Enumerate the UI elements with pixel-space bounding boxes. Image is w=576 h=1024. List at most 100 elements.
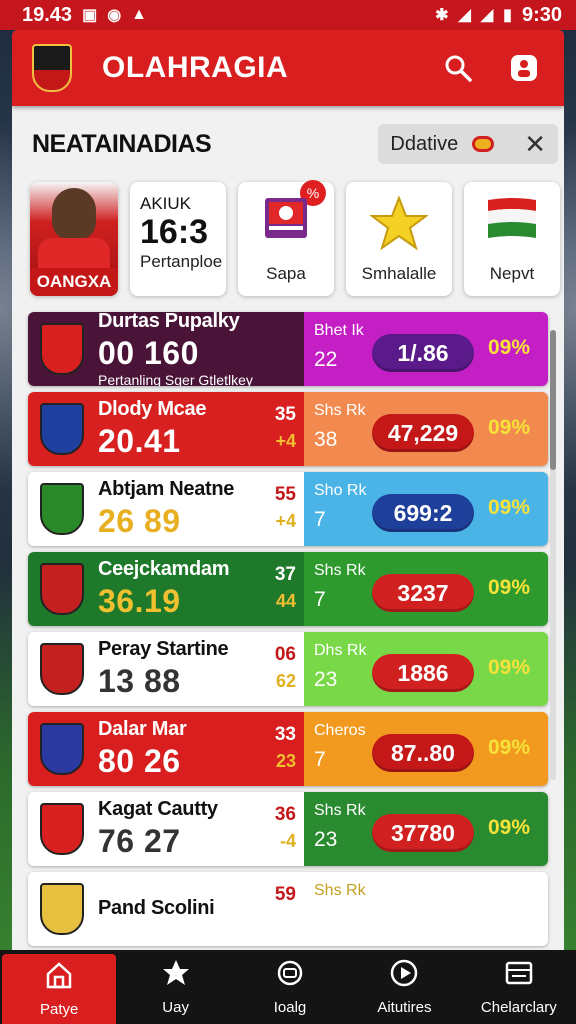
nav-item[interactable]: Ioalg <box>233 950 347 1024</box>
battery-icon: ▮ <box>503 7 512 24</box>
team-crest-icon <box>40 483 84 535</box>
team-score: 20.41 <box>98 423 304 460</box>
stat-number: 38 <box>314 428 338 451</box>
bottom-navigation: Patye Uay Ioalg Aitutires Chelarclary <box>0 950 576 1024</box>
stat-tag: Cheros <box>314 722 366 739</box>
team-rank: 35 <box>274 404 296 425</box>
stat-number: 23 <box>314 668 338 691</box>
team-name: Durtas Pupalky <box>98 312 240 332</box>
standings-row[interactable]: Dalar Mar 80 26 33 23 Cheros 7 87..80 09… <box>28 712 548 786</box>
stat-pill[interactable]: 3237 <box>372 574 474 612</box>
card-smhalalle[interactable]: Smhalalle <box>346 182 452 296</box>
score-card-label: Pertanploe <box>140 251 223 271</box>
standings-row[interactable]: Pand Scolini 59 Shs Rk <box>28 872 548 946</box>
standings-row[interactable]: Peray Startine 13 88 06 62 Dhs Rk 23 188… <box>28 632 548 706</box>
filter-chip[interactable]: Ddative ✕ <box>378 124 558 164</box>
team-change: +4 <box>275 511 296 531</box>
player-name: OANGXA <box>30 268 118 296</box>
nav-label: Aitutires <box>377 999 432 1016</box>
status-bar: 19.43 ▣ ◉ ▲ ✱ ◢ ◢ ▮ 9:30 <box>0 0 576 30</box>
team-name: Pand Scolini <box>98 896 215 919</box>
profile-button[interactable] <box>502 46 546 90</box>
score-value: 36.19 <box>98 583 181 619</box>
stat-pill[interactable]: 699:2 <box>372 494 474 532</box>
stat-percent: 09% <box>487 416 530 439</box>
status-time-right: 9:30 <box>521 3 562 26</box>
nav-item[interactable]: Patye <box>2 954 117 1024</box>
team-name: Peray Startine <box>98 638 229 660</box>
status-time: 19.43 <box>22 3 73 26</box>
card-smhalalle-label: Smhalalle <box>361 264 437 283</box>
team-score: 13 88 <box>98 663 304 700</box>
team-score: 80 26 <box>98 743 304 780</box>
team-rank: 36 <box>274 804 296 825</box>
stat-pill[interactable]: 87..80 <box>372 734 474 772</box>
stat-tag: Shs Rk <box>314 402 366 419</box>
signal-icon: ◢ <box>458 7 471 24</box>
standings-row[interactable]: Kagat Cautty 76 27 36 -4 Shs Rk 23 37780… <box>28 792 548 866</box>
card-sapa[interactable]: % Sapa <box>238 180 334 296</box>
search-icon <box>445 55 472 82</box>
stat-pill[interactable]: 37780 <box>372 814 474 852</box>
row-stat-panel: Bhet Ik 22 1/.86 09% <box>304 312 548 386</box>
mail-icon: ▣ <box>82 7 98 24</box>
team-logo[interactable] <box>32 44 72 92</box>
team-name: Dlody Mcae <box>98 398 207 420</box>
score-value: 26 89 <box>98 503 181 539</box>
player-card[interactable]: OANGXA <box>30 182 118 296</box>
nav-label: Patye <box>40 1001 79 1018</box>
team-rank: 33 <box>274 724 296 745</box>
team-change: 23 <box>275 751 296 771</box>
app-header: OLAHRAGIA <box>12 30 564 106</box>
section-title: NEATAINADIAS <box>32 129 212 158</box>
stat-number: 7 <box>314 588 326 611</box>
nav-item[interactable]: Uay <box>118 950 232 1024</box>
stat-number: 7 <box>314 508 326 531</box>
star-icon <box>370 196 428 251</box>
team-score: 26 89 <box>98 503 304 540</box>
stat-tag: Dhs Rk <box>314 642 367 659</box>
player-shirt <box>38 238 110 268</box>
filter-label: Ddative <box>390 132 459 155</box>
nav-item[interactable]: Aitutires <box>347 950 461 1024</box>
row-stat-panel: Shs Rk <box>304 872 548 946</box>
row-info: Dlody Mcae 20.41 <box>98 398 304 460</box>
stat-number: 22 <box>314 348 338 371</box>
row-team-panel: Pand Scolini 59 <box>28 872 304 946</box>
stat-percent: 09% <box>487 576 530 599</box>
score-card-value: 16:3 <box>140 213 209 252</box>
score-value: 80 26 <box>98 743 181 779</box>
stat-pill[interactable]: 1/.86 <box>372 334 474 372</box>
team-crest-icon <box>40 803 84 855</box>
scrollbar[interactable] <box>550 330 556 780</box>
scrollbar-thumb[interactable] <box>550 330 556 470</box>
card-carousel: OANGXA AKIUK 16:3 Pertanploe % Sapa Smha… <box>12 180 564 296</box>
signal-icon-2: ◢ <box>480 7 494 24</box>
card-nepvt[interactable]: Nepvt <box>464 182 560 296</box>
stat-pill[interactable]: 1886 <box>372 654 474 692</box>
stat-number: 23 <box>314 828 338 851</box>
stat-percent: 09% <box>487 336 530 359</box>
section-header: NEATAINADIAS Ddative ✕ <box>12 122 564 166</box>
row-stat-panel: Sho Rk 7 699:2 09% <box>304 472 548 546</box>
standings-row[interactable]: Abtjam Neatne 26 89 55 +4 Sho Rk 7 699:2… <box>28 472 548 546</box>
flag-icon-hungary <box>488 198 536 238</box>
close-icon[interactable]: ✕ <box>524 129 546 160</box>
nav-item[interactable]: Chelarclary <box>462 950 576 1024</box>
standings-row[interactable]: Durtas Pupalky 00 160 Pertanling Sger Gt… <box>28 312 548 386</box>
standings-row[interactable]: Dlody Mcae 20.41 35 +4 Shs Rk 38 47,229 … <box>28 392 548 466</box>
refresh-icon <box>275 958 305 993</box>
row-info: Dalar Mar 80 26 <box>98 718 304 780</box>
score-card[interactable]: AKIUK 16:3 Pertanploe <box>130 182 226 296</box>
nav-label: Ioalg <box>273 999 307 1016</box>
team-name: Abtjam Neatne <box>98 478 235 500</box>
search-button[interactable] <box>436 46 480 90</box>
team-name: Ceejckamdam <box>98 558 230 580</box>
team-score: 36.19 <box>98 583 304 620</box>
team-crest-icon <box>40 643 84 695</box>
standings-row[interactable]: Ceejckamdam 36.19 37 44 Shs Rk 7 3237 09… <box>28 552 548 626</box>
stat-pill[interactable]: 47,229 <box>372 414 474 452</box>
nav-label: Uay <box>162 999 189 1016</box>
score-value: 76 27 <box>98 823 181 859</box>
calendar-icon <box>504 958 534 993</box>
